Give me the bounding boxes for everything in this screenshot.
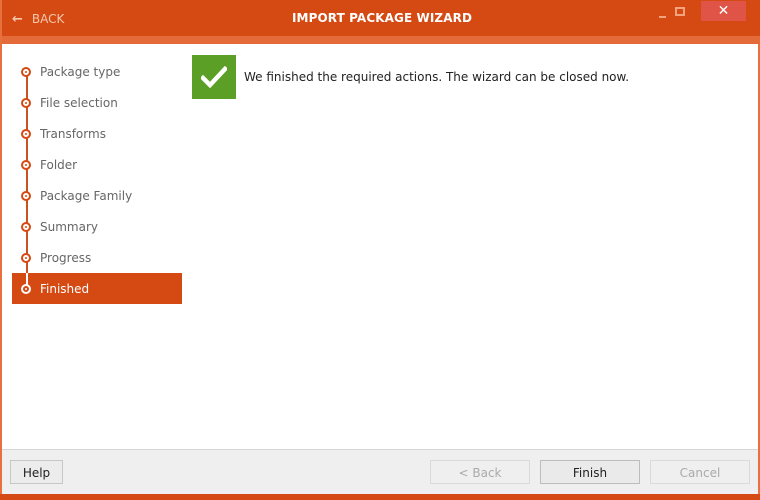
step-label: Transforms [40,126,106,141]
bottom-accent-bar [0,494,760,500]
step-package-type[interactable]: Package type [12,56,182,87]
message-text: We finished the required actions. The wi… [244,70,630,84]
step-label: Package type [40,64,121,79]
title-accent-bar [2,36,760,44]
wizard-steps: Package type File selection Transforms F… [12,56,182,304]
step-dot-icon [21,66,31,77]
completion-message: We finished the required actions. The wi… [192,55,629,99]
step-package-family[interactable]: Package Family [12,180,182,211]
step-finished[interactable]: Finished [12,273,182,304]
title-bar: ← BACK IMPORT PACKAGE WIZARD ✕ [2,0,760,36]
step-dot-icon [21,190,31,201]
window-title: IMPORT PACKAGE WIZARD [291,11,473,25]
step-dot-icon [21,221,31,232]
step-dot-icon [21,128,31,139]
step-label: File selection [40,95,118,110]
finish-button[interactable]: Finish [540,460,640,484]
step-label: Folder [40,157,78,172]
minimize-icon[interactable] [656,6,670,20]
step-transforms[interactable]: Transforms [12,118,182,149]
step-label: Finished [40,281,90,296]
back-button[interactable]: < Back [430,460,530,484]
step-dot-icon [21,159,31,170]
footer-bar: Help < Back Finish Cancel [2,449,758,495]
step-dot-icon [21,97,31,108]
step-folder[interactable]: Folder [12,149,182,180]
help-button[interactable]: Help [10,460,63,484]
maximize-icon[interactable] [675,7,685,16]
checkmark-icon [192,55,236,99]
wizard-window: ← BACK IMPORT PACKAGE WIZARD ✕ Package t… [0,0,760,500]
step-label: Progress [40,250,92,265]
step-progress[interactable]: Progress [12,242,182,273]
step-file-selection[interactable]: File selection [12,87,182,118]
step-label: Summary [40,219,98,234]
step-dot-icon [21,283,31,294]
step-dot-icon [21,252,31,263]
close-icon[interactable]: ✕ [701,1,746,21]
step-summary[interactable]: Summary [12,211,182,242]
cancel-button[interactable]: Cancel [650,460,750,484]
step-label: Package Family [40,188,133,203]
